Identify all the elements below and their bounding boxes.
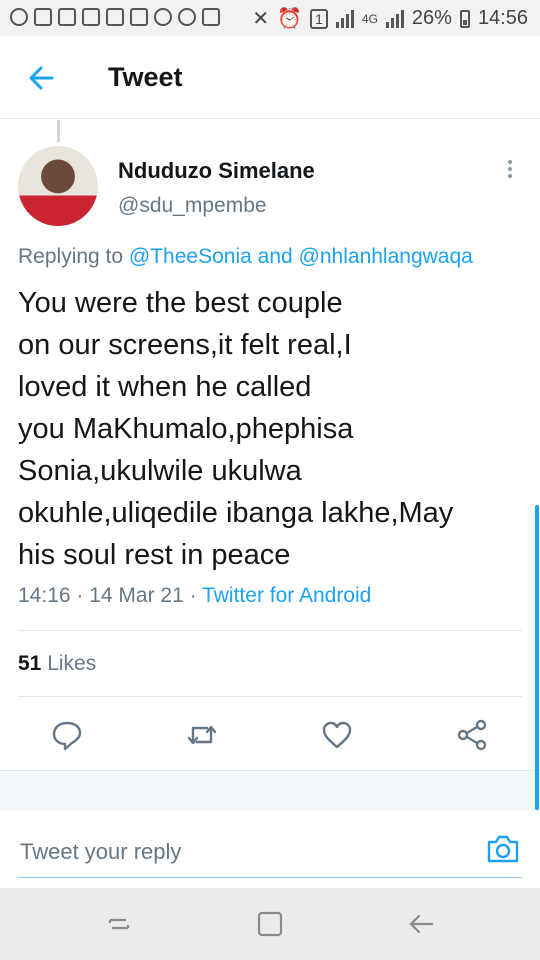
more-vertical-icon <box>500 160 520 178</box>
camera-icon <box>487 835 519 863</box>
share-icon <box>457 719 487 751</box>
reply-bar <box>0 811 540 888</box>
message-icon <box>34 8 52 26</box>
tweet-meta: 14:16 · 14 Mar 21 · Twitter for Android <box>18 584 371 608</box>
arrow-left-icon <box>29 66 54 90</box>
mail-icon <box>82 8 100 26</box>
tweet-text: You were the best couple on our screens,… <box>18 282 518 576</box>
alarm-icon: ⏰ <box>277 8 303 30</box>
status-indicators: ✕ ⏰ 1 4G 26% 14:56 <box>252 6 528 31</box>
meta-separator: · <box>189 584 203 607</box>
tweet-text-line: You were the best couple <box>18 287 343 319</box>
divider <box>18 630 522 631</box>
whatsapp-icon <box>10 8 28 26</box>
avatar[interactable] <box>18 146 98 226</box>
reply-input[interactable] <box>18 833 462 871</box>
section-separator <box>0 770 540 812</box>
tweet-source-link[interactable]: Twitter for Android <box>202 584 371 607</box>
mute-icon: ✕ <box>252 8 270 30</box>
tweet-date: 14 Mar 21 <box>89 584 184 607</box>
back-nav-button[interactable] <box>406 910 436 938</box>
wifi-icon <box>130 8 148 26</box>
camera-button[interactable] <box>486 833 522 867</box>
meta-separator: · <box>76 584 90 607</box>
tweet-text-line: his soul rest in peace <box>18 539 291 571</box>
author-handle[interactable]: @sdu_mpembe <box>118 194 267 218</box>
reply-user-link[interactable]: @nhlanhlangwaqa <box>299 245 473 268</box>
divider <box>18 696 522 697</box>
tweet-text-line: okuhle,uliqedile ibanga lakhe,May <box>18 497 454 529</box>
image-icon <box>106 8 124 26</box>
replying-to: Replying to @TheeSonia and @nhlanhlangwa… <box>18 245 473 269</box>
recent-apps-icon <box>108 918 130 930</box>
sync-icon <box>154 8 172 26</box>
mail-icon <box>58 8 76 26</box>
back-arrow-icon <box>409 914 434 934</box>
home-button[interactable] <box>255 910 285 938</box>
app-header: Tweet <box>0 36 540 119</box>
system-nav-bar <box>0 888 540 960</box>
tweet-text-line: on our screens,it felt real,I <box>18 329 352 361</box>
share-button[interactable] <box>455 718 491 752</box>
likes-label: Likes <box>47 652 97 675</box>
page-title: Tweet <box>108 62 183 92</box>
network-type: 4G <box>361 11 378 26</box>
tweet-text-line: loved it when he called <box>18 371 312 403</box>
home-square-icon <box>257 911 283 937</box>
clock: 14:56 <box>477 7 528 29</box>
battery-percent: 26% <box>411 7 452 29</box>
recent-apps-button[interactable] <box>104 910 134 938</box>
sync-icon <box>178 8 196 26</box>
likes-count[interactable]: 51 Likes <box>18 652 96 676</box>
thread-connector <box>57 120 60 142</box>
scrollbar[interactable] <box>535 505 539 810</box>
reply-icon <box>52 721 82 751</box>
replying-and: and <box>257 245 293 268</box>
author-name[interactable]: Nduduzo Simelane <box>118 158 315 184</box>
likes-number: 51 <box>18 652 42 675</box>
notification-icons <box>10 8 220 26</box>
tweet-time: 14:16 <box>18 584 71 607</box>
reply-underline <box>18 877 522 878</box>
status-bar: ✕ ⏰ 1 4G 26% 14:56 <box>0 0 540 36</box>
reply-user-link[interactable]: @TheeSonia <box>129 245 252 268</box>
heart-icon <box>322 721 352 749</box>
signal-icon <box>385 9 404 28</box>
sd-card-icon <box>202 8 220 26</box>
retweet-icon <box>187 725 217 745</box>
reply-button[interactable] <box>50 718 86 752</box>
replying-prefix: Replying to <box>18 245 124 268</box>
back-button[interactable] <box>22 60 62 96</box>
more-options-button[interactable] <box>500 160 520 182</box>
battery-icon <box>459 9 470 28</box>
tweet-text-line: you MaKhumalo,phephisa <box>18 413 354 445</box>
like-button[interactable] <box>320 718 356 752</box>
retweet-button[interactable] <box>185 718 221 752</box>
sim-slot: 1 <box>310 8 328 29</box>
signal-icon <box>335 9 354 28</box>
tweet-text-line: Sonia,ukulwile ukulwa <box>18 455 302 487</box>
